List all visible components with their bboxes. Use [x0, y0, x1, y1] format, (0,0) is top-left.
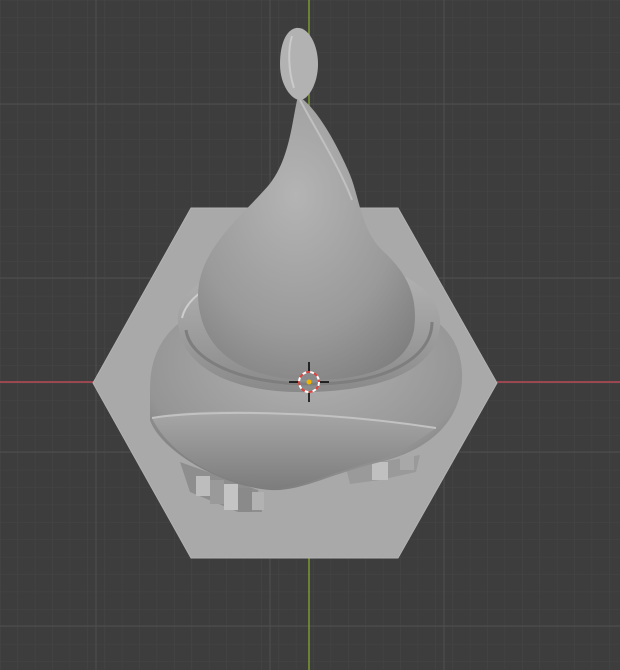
3d-viewport[interactable]	[0, 0, 620, 670]
viewport-canvas[interactable]	[0, 0, 620, 670]
